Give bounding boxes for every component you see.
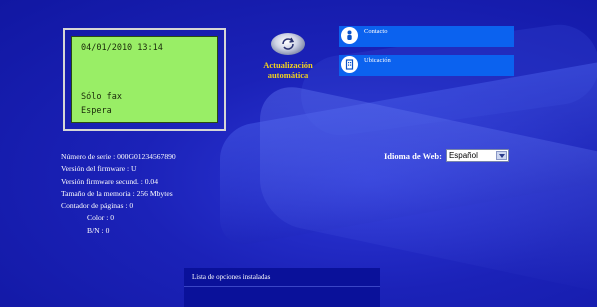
location-button[interactable]: Ubicación [339, 55, 514, 76]
device-info: Número de serie : 000G01234567890 Versió… [61, 151, 176, 237]
printer-status-page: 04/01/2010 13:14 Sólo fax Espera Actuali… [0, 0, 597, 307]
serial-number: Número de serie : 000G01234567890 [61, 152, 176, 161]
installed-options-panel: Lista de opciones instaladas [184, 268, 380, 307]
auto-update-label[interactable]: Actualización automática [257, 60, 319, 80]
lcd-datetime: 04/01/2010 13:14 [81, 43, 163, 53]
memory-size: Tamaño de la memoria : 256 Mbytes [61, 188, 173, 198]
auto-update-button[interactable]: Actualización automática [257, 33, 319, 80]
installed-options-header: Lista de opciones instaladas [192, 273, 271, 281]
color-page-count: Color : 0 [87, 213, 115, 223]
contact-button[interactable]: Contacto [339, 26, 514, 47]
page-counter: Contador de páginas : 0 [61, 201, 134, 211]
web-language-value[interactable]: Español [449, 151, 478, 160]
lcd-status: Espera [81, 106, 112, 116]
lcd-display: 04/01/2010 13:14 Sólo fax Espera [71, 36, 218, 123]
bw-page-count: B/N : 0 [87, 225, 110, 235]
building-icon[interactable] [341, 56, 358, 73]
contact-label[interactable]: Contacto [364, 28, 387, 35]
location-label[interactable]: Ubicación [364, 57, 391, 64]
lcd-panel-frame: 04/01/2010 13:14 Sólo fax Espera [63, 28, 226, 131]
web-language-label: Idioma de Web: [384, 150, 442, 161]
web-language-control: Idioma de Web: Español [384, 149, 509, 162]
secondary-firmware-version: Versión firmware secund. : 0.04 [61, 176, 159, 186]
firmware-version: Versión del firmware : U [61, 164, 137, 174]
divider [184, 286, 380, 287]
web-language-select[interactable]: Español [445, 149, 509, 162]
lcd-mode: Sólo fax [81, 92, 122, 102]
chevron-down-icon[interactable] [495, 151, 507, 160]
contact-person-icon[interactable] [341, 27, 358, 44]
refresh-icon[interactable] [271, 33, 305, 55]
